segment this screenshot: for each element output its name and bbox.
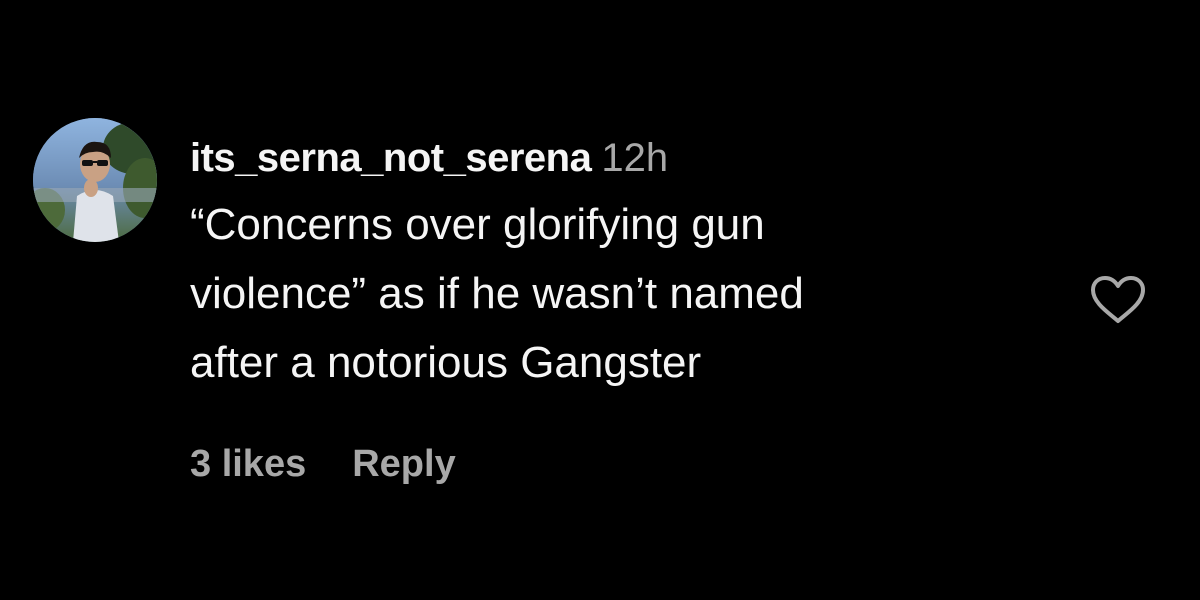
comment-body: its_serna_not_serena 12h “Concerns over g… [190,134,1050,397]
comment-header: its_serna_not_serena 12h [190,134,1050,182]
reply-button[interactable]: Reply [352,440,455,488]
comment-actions: 3 likes Reply [190,440,456,488]
avatar-photo [33,118,157,242]
likes-count[interactable]: 3 likes [190,440,306,488]
username-link[interactable]: its_serna_not_serena [190,136,592,180]
comment-text-line: violence” as if he wasn’t named [190,269,804,318]
heart-outline-icon [1091,276,1145,323]
like-button[interactable] [1089,275,1147,325]
avatar[interactable] [33,118,157,242]
comment: its_serna_not_serena 12h “Concerns over g… [0,0,1200,600]
comment-timestamp: 12h [601,136,669,180]
comment-text-line: after a notorious Gangster [190,338,702,387]
comment-text: “Concerns over glorifying gun violence” … [190,190,990,397]
comment-text-line: “Concerns over glorifying gun [190,200,765,249]
